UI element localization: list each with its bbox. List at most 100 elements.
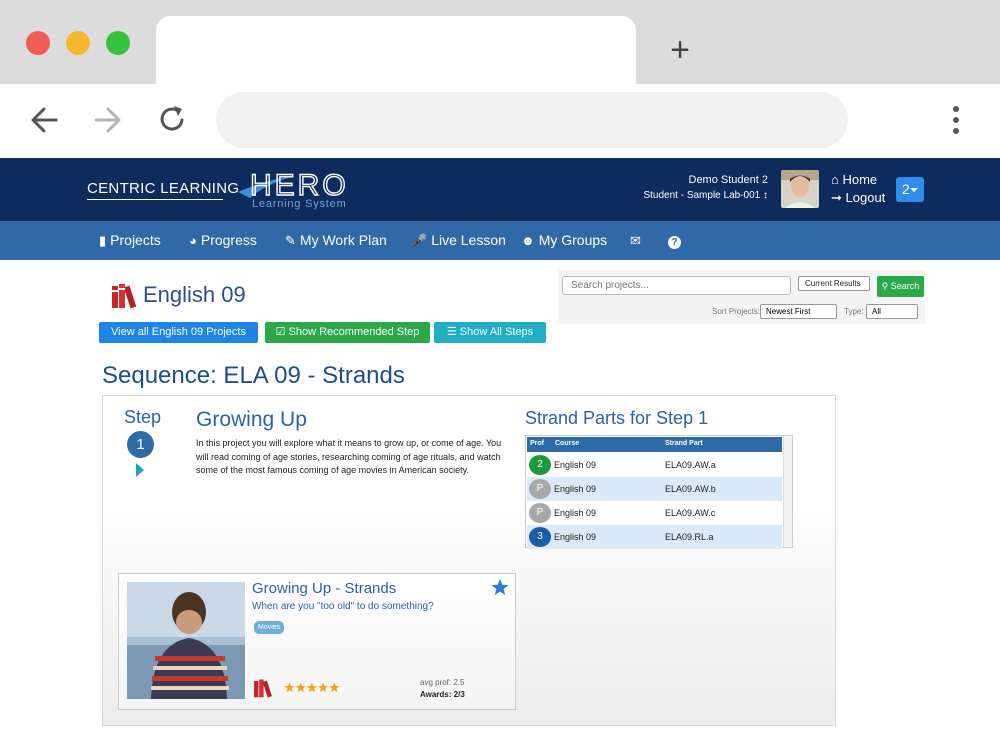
step-number-badge[interactable]: 1 — [127, 431, 154, 458]
show-recommended-step-button[interactable]: ☑ Show Recommended Step — [265, 322, 430, 343]
window-minimize-button[interactable] — [66, 31, 90, 55]
window-close-button[interactable] — [26, 31, 50, 55]
hero-logo[interactable]: HERO Learning System — [236, 162, 366, 212]
brand-underline — [87, 199, 223, 200]
favorite-star-icon[interactable] — [491, 578, 509, 596]
microphone-icon: 🎤 — [411, 233, 428, 248]
search-button-label: Search — [890, 281, 920, 291]
search-input[interactable] — [562, 276, 791, 295]
nav-live-lesson-label: Live Lesson — [431, 232, 506, 248]
home-icon: ⌂ — [831, 172, 839, 187]
row-strand-part: ELA09.AW.b — [665, 484, 716, 494]
check-square-icon: ☑ — [275, 326, 286, 338]
new-tab-button[interactable]: + — [664, 30, 696, 70]
user-role-selector[interactable]: Student - Sample Lab-001 ↕ — [643, 190, 768, 201]
nav-progress-label: Progress — [200, 232, 257, 248]
nav-work-plan-label: My Work Plan — [299, 232, 387, 248]
course-title: English 09 — [143, 282, 246, 307]
nav-live-lesson[interactable]: 🎤 Live Lesson — [411, 232, 506, 249]
table-scrollbar[interactable] — [783, 437, 792, 547]
nav-messages[interactable]: ✉ — [630, 232, 645, 249]
next-step-arrow-icon[interactable] — [136, 463, 144, 477]
search-icon: ⚲ — [881, 281, 889, 291]
nav-projects-label: Projects — [110, 232, 161, 248]
step-label: Step — [124, 407, 162, 427]
rating-star-icon — [284, 682, 295, 693]
nav-my-groups-label: My Groups — [538, 232, 608, 248]
row-strand-part: ELA09.RL.a — [665, 532, 714, 542]
proficiency-badge: P — [529, 503, 551, 523]
nav-help[interactable]: ? — [668, 232, 685, 249]
list-icon: ☰ — [446, 326, 457, 338]
users-icon: ☻ — [521, 233, 535, 248]
table-row: P English 09 ELA09.AW.c — [527, 501, 782, 525]
back-arrow-icon[interactable] — [26, 100, 62, 140]
project-tag[interactable]: Movies — [254, 621, 285, 634]
nav-work-plan[interactable]: ✎ My Work Plan — [285, 232, 387, 249]
project-description: In this project you will explore what it… — [196, 438, 502, 475]
avg-proficiency: avg prof: 2.5 — [420, 678, 465, 687]
search-scope-select[interactable]: Current Results — [798, 276, 870, 291]
address-bar[interactable] — [216, 92, 848, 148]
logout-icon: ➞ — [831, 190, 842, 205]
search-button[interactable]: ⚲ Search — [877, 276, 924, 297]
proficiency-badge: 2 — [529, 455, 551, 475]
row-course: English 09 — [554, 508, 597, 518]
logout-link[interactable]: ➞ Logout — [831, 190, 885, 206]
row-course: English 09 — [554, 484, 597, 494]
row-strand-part: ELA09.AW.a — [665, 460, 716, 470]
reload-icon[interactable] — [154, 100, 190, 140]
window-maximize-button[interactable] — [106, 31, 130, 55]
project-thumbnail[interactable] — [127, 582, 245, 699]
sort-label: Sort Projects: — [712, 307, 761, 316]
proficiency-badge: 3 — [529, 527, 551, 547]
home-label: Home — [842, 172, 878, 187]
rating-star-icon — [295, 682, 306, 693]
nav-progress[interactable]: ◕ Progress — [189, 232, 257, 248]
star-rating — [284, 682, 340, 693]
show-recommended-label: Show Recommended Step — [288, 326, 420, 338]
brand-text: CENTRIC LEARNING — [87, 180, 240, 197]
strand-parts-title: Strand Parts for Step 1 — [525, 408, 709, 428]
row-strand-part: ELA09.AW.c — [665, 508, 716, 518]
strand-parts-table: Prof Course Strand Part 2 English 09 ELA… — [525, 435, 793, 549]
row-course: English 09 — [554, 532, 597, 542]
nav-my-groups[interactable]: ☻ My Groups — [521, 232, 607, 248]
table-header: Prof Course Strand Part — [527, 437, 782, 452]
user-name: Demo Student 2 — [688, 174, 769, 186]
sequence-title: Sequence: ELA 09 - Strands — [102, 362, 405, 389]
project-card-title[interactable]: Growing Up - Strands — [252, 580, 396, 597]
rating-star-icon — [318, 682, 329, 693]
sort-select[interactable]: Newest First — [760, 304, 837, 319]
type-label: Type: — [844, 307, 864, 316]
envelope-icon: ✉ — [630, 233, 641, 248]
row-course: English 09 — [554, 460, 597, 470]
show-all-steps-button[interactable]: ☰ Show All Steps — [434, 322, 546, 343]
proficiency-badge: P — [529, 479, 551, 499]
dashboard-icon: ◕ — [189, 233, 197, 248]
view-all-projects-button[interactable]: View all English 09 Projects — [99, 322, 258, 343]
forward-arrow-icon[interactable] — [90, 100, 126, 140]
home-link[interactable]: ⌂ Home — [831, 172, 877, 187]
project-card-question: When are you "too old" to do something? — [252, 601, 434, 612]
rating-star-icon — [306, 682, 317, 693]
project-title: Growing Up — [196, 408, 307, 431]
avatar[interactable] — [781, 170, 819, 208]
logout-label: Logout — [845, 190, 886, 205]
more-vertical-icon[interactable] — [946, 104, 966, 138]
awards-count: Awards: 2/3 — [420, 690, 465, 699]
books-icon — [112, 284, 137, 309]
help-icon: ? — [668, 236, 681, 249]
notification-dropdown[interactable]: 2 — [896, 177, 924, 202]
pencil-icon: ✎ — [285, 233, 296, 248]
books-icon — [253, 679, 272, 698]
rating-star-icon — [329, 682, 340, 693]
table-row: P English 09 ELA09.AW.b — [527, 477, 782, 501]
nav-projects[interactable]: ▮ Projects — [99, 232, 161, 249]
table-row: 2 English 09 ELA09.AW.a — [527, 453, 782, 477]
book-icon: ▮ — [99, 233, 107, 248]
browser-tab[interactable] — [156, 16, 636, 84]
column-header-course: Course — [555, 440, 580, 447]
type-select[interactable]: All — [866, 304, 918, 319]
column-header-strand-part: Strand Part — [665, 440, 703, 447]
